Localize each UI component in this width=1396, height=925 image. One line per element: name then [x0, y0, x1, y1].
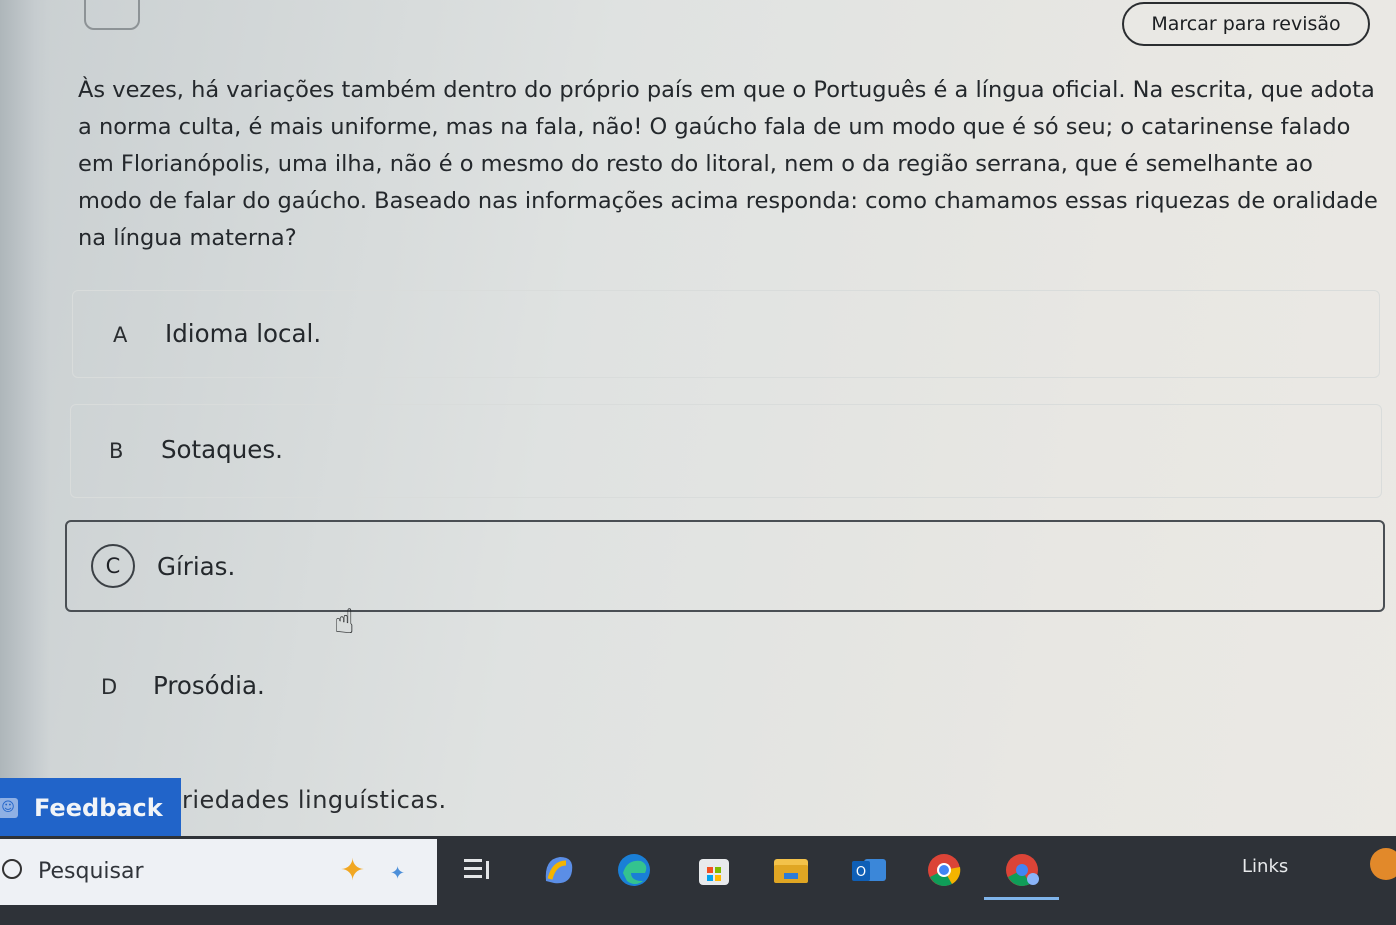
feedback-icon: ☺	[0, 798, 18, 818]
option-e-partial-text[interactable]: riedades linguísticas.	[182, 786, 447, 814]
option-b[interactable]: B Sotaques.	[70, 404, 1382, 498]
outlook-icon[interactable]: O	[850, 851, 888, 889]
svg-text:O: O	[856, 865, 866, 880]
task-view-icon[interactable]	[460, 851, 498, 889]
chrome-icon[interactable]	[925, 851, 963, 889]
m365-icon[interactable]	[540, 851, 578, 889]
option-d[interactable]: D Prosódia.	[60, 638, 1388, 734]
taskbar-search[interactable]: Pesquisar ✦ ✦	[0, 839, 437, 905]
edge-icon[interactable]	[615, 851, 653, 889]
question-text: Às vezes, há variações também dentro do …	[78, 77, 1378, 251]
feedback-button[interactable]: ☺ Feedback	[0, 778, 181, 838]
links-toolbar[interactable]: Links	[1242, 856, 1288, 877]
question-number-tab[interactable]	[84, 0, 140, 30]
option-d-text: Prosódia.	[153, 671, 265, 700]
copilot-icon[interactable]: ✦	[340, 853, 365, 888]
file-explorer-icon[interactable]	[772, 851, 810, 889]
option-b-text: Sotaques.	[161, 435, 283, 464]
option-c-letter: C	[91, 544, 135, 588]
option-a-text: Idioma local.	[165, 319, 322, 348]
chrome-profile-icon[interactable]	[1003, 851, 1041, 889]
weather-icon[interactable]	[1370, 848, 1396, 880]
sparkle-small-icon: ✦	[390, 863, 406, 884]
option-c-text: Gírias.	[157, 552, 236, 581]
active-app-indicator	[984, 897, 1059, 900]
left-edge-shadow	[0, 0, 50, 840]
option-a[interactable]: A Idioma local.	[72, 290, 1380, 378]
store-icon[interactable]	[695, 851, 733, 889]
option-b-letter: B	[109, 439, 124, 463]
feedback-label: Feedback	[34, 794, 163, 822]
mark-for-review-button[interactable]: Marcar para revisão	[1122, 2, 1370, 46]
hand-cursor-icon: ☝	[334, 602, 355, 642]
option-d-letter: D	[101, 675, 118, 699]
option-c[interactable]: C Gírias.	[65, 520, 1385, 612]
option-a-letter: A	[113, 323, 128, 347]
search-icon	[2, 859, 22, 879]
search-label: Pesquisar	[38, 859, 144, 884]
